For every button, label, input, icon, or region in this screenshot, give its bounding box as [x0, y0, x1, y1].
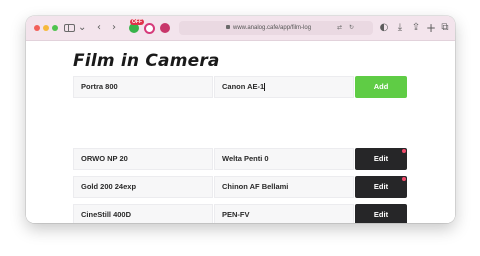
extension-shield-icon[interactable]: [160, 23, 170, 33]
edit-button[interactable]: Edit: [355, 176, 407, 198]
page-content: Film in Camera Portra 800 Canon AE-1 Add…: [26, 41, 455, 223]
unsaved-marker: [402, 177, 406, 181]
back-arrow-icon[interactable]: ‹: [94, 20, 104, 36]
film-cell: CineStill 400D: [73, 204, 213, 223]
camera-input[interactable]: Canon AE-1: [214, 76, 354, 98]
lock-icon: [226, 25, 230, 29]
url-text: www.analog.cafe/app/film-log: [233, 25, 312, 31]
film-cell: Gold 200 24exp: [73, 176, 213, 198]
download-icon[interactable]: ⤓: [395, 20, 405, 36]
add-button[interactable]: Add: [355, 76, 407, 98]
camera-cell: Welta Penti 0: [214, 148, 354, 170]
sidebar-toggle-icon[interactable]: [64, 24, 75, 32]
film-cell: ORWO NP 20: [73, 148, 213, 170]
new-tab-icon[interactable]: +: [426, 20, 436, 36]
extension-ring-icon[interactable]: [144, 23, 155, 34]
reload-icon[interactable]: ↻: [349, 21, 354, 35]
browser-window: ⌄ ‹ › OFF www.analog.cafe/app/film-log ⇄…: [26, 16, 455, 223]
film-input[interactable]: Portra 800: [73, 76, 213, 98]
privacy-shield-icon[interactable]: ◐: [379, 20, 389, 36]
share-icon[interactable]: ⇪: [411, 20, 421, 36]
browser-toolbar: ⌄ ‹ › OFF www.analog.cafe/app/film-log ⇄…: [26, 16, 455, 41]
close-window-button[interactable]: [34, 25, 40, 31]
unsaved-marker: [402, 149, 406, 153]
forward-arrow-icon[interactable]: ›: [109, 20, 119, 36]
edit-label: Edit: [373, 154, 389, 163]
edit-label: Edit: [373, 182, 389, 191]
edit-button[interactable]: Edit: [355, 148, 407, 170]
camera-cell: PEN-FV: [214, 204, 354, 223]
edit-label: Edit: [373, 210, 389, 219]
edit-button[interactable]: Edit: [355, 204, 407, 223]
minimize-window-button[interactable]: [43, 25, 49, 31]
text-cursor: [264, 83, 266, 92]
tab-overview-icon[interactable]: ⧉: [440, 20, 450, 36]
camera-cell: Chinon AF Bellami: [214, 176, 354, 198]
address-bar[interactable]: www.analog.cafe/app/film-log ⇄ ↻: [179, 21, 373, 35]
zoom-window-button[interactable]: [52, 25, 58, 31]
extension-off-badge: OFF: [130, 19, 144, 25]
translate-icon[interactable]: ⇄: [337, 21, 342, 35]
chevron-down-icon[interactable]: ⌄: [78, 20, 86, 36]
camera-input-text: Canon AE-1: [222, 82, 265, 91]
page-title: Film in Camera: [73, 51, 220, 71]
